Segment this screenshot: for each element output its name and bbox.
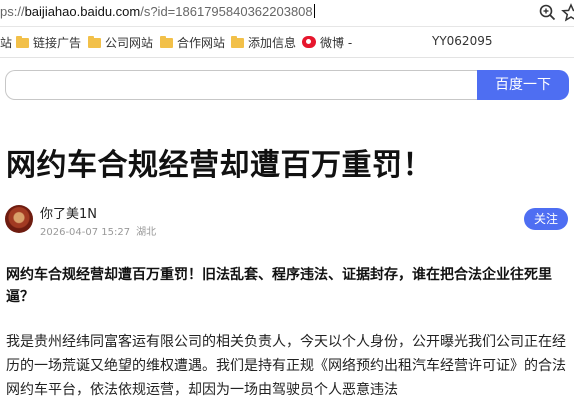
bookmark-folder[interactable]: 合作网站 [160,34,225,50]
publish-date: 2026-04-07 15:27 [40,227,131,238]
url-text[interactable]: ps://baijiahao.baidu.com/s?id=1861795840… [0,4,315,19]
url-path: /s?id=1861795840362203808 [140,4,313,19]
weibo-icon [302,36,316,48]
publish-location: 湖北 [136,227,157,238]
article-body: 我是贵州经纬同富客运有限公司的相关负责人，今天以个人身份，公开曝光我们公司正在经… [6,334,566,398]
bookmark-weibo[interactable]: 微博 - [302,34,352,50]
folder-icon [88,36,101,48]
bookmark-star-icon[interactable] [561,3,574,23]
search-input[interactable] [5,70,477,100]
address-bar[interactable]: ps://baijiahao.baidu.com/s?id=1861795840… [0,0,574,27]
folder-icon [231,36,244,48]
bookmark-folder[interactable]: 链接广告 [16,34,81,50]
bookmark-item[interactable]: YY062095 [432,34,492,50]
folder-icon [16,36,29,48]
bookmark-folder[interactable]: 公司网站 [88,34,153,50]
article-title: 网约车合规经营却遭百万重罚！ [6,148,433,183]
bookmark-item[interactable]: 站 [0,34,12,50]
article-lead: 网约车合规经营却遭百万重罚！旧法乱套、程序违法、证据封存，谁在把合法企业往死里逼… [6,267,552,305]
url-host: baijiahao.baidu.com [24,4,141,19]
text-caret [313,4,315,18]
author-name[interactable]: 你了美1N [40,203,97,222]
url-scheme: ps:// [0,4,25,19]
zoom-icon[interactable] [538,3,558,23]
author-avatar[interactable] [5,205,33,233]
article-meta: 2026-04-07 15:27 湖北 [40,223,162,238]
follow-button[interactable]: 关注 [524,208,568,230]
bookmark-folder[interactable]: 添加信息 [231,34,296,50]
bookmarks-bar: 站 链接广告 公司网站 合作网站 添加信息 微博 - YY062095 [0,27,574,58]
search-button[interactable]: 百度一下 [477,70,569,100]
folder-icon [160,36,173,48]
